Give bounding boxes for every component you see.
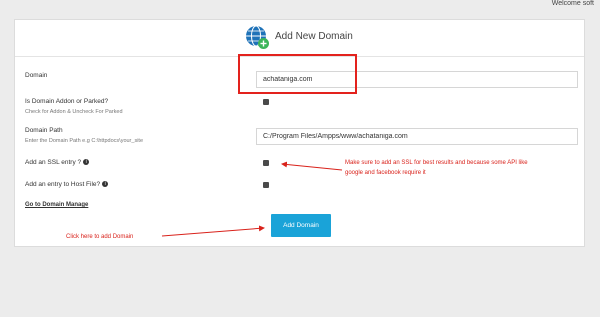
globe-plus-icon	[246, 25, 269, 49]
ssl-row: Add an SSL entry ? i	[25, 159, 90, 166]
domain-path-input[interactable]	[256, 128, 578, 145]
ssl-note-line2: google and facebook require it	[345, 170, 426, 176]
top-bar: Welcome soft	[0, 0, 600, 12]
ssl-note: Make sure to add an SSL for best results…	[345, 158, 528, 178]
domain-label: Domain	[25, 72, 48, 79]
domain-highlight-box	[238, 54, 357, 94]
addon-label: Is Domain Addon or Parked?	[25, 98, 109, 105]
click-note: Click here to add Domain	[66, 234, 134, 240]
panel-header: Add New Domain	[15, 20, 584, 57]
ssl-label: Add an SSL entry ?	[25, 159, 82, 166]
host-label: Add an entry to Host File?	[25, 181, 101, 188]
ssl-note-line1: Make sure to add an SSL for best results…	[345, 160, 528, 166]
domain-manage-link[interactable]: Go to Domain Manage	[25, 202, 88, 208]
brand-text: Welcome soft	[551, 0, 594, 7]
addon-checkbox[interactable]	[263, 99, 269, 105]
host-row: Add an entry to Host File? i	[25, 181, 109, 188]
add-domain-button[interactable]: Add Domain	[271, 214, 331, 237]
addon-help: Check for Addon & Uncheck For Parked	[25, 109, 123, 115]
info-icon: i	[83, 159, 90, 166]
ssl-checkbox[interactable]	[263, 160, 269, 166]
page-title: Add New Domain	[275, 31, 353, 42]
path-label: Domain Path	[25, 127, 63, 134]
path-help: Enter the Domain Path e.g C:\httpdocs\yo…	[25, 138, 144, 144]
host-checkbox[interactable]	[263, 182, 269, 188]
info-icon: i	[102, 181, 109, 188]
